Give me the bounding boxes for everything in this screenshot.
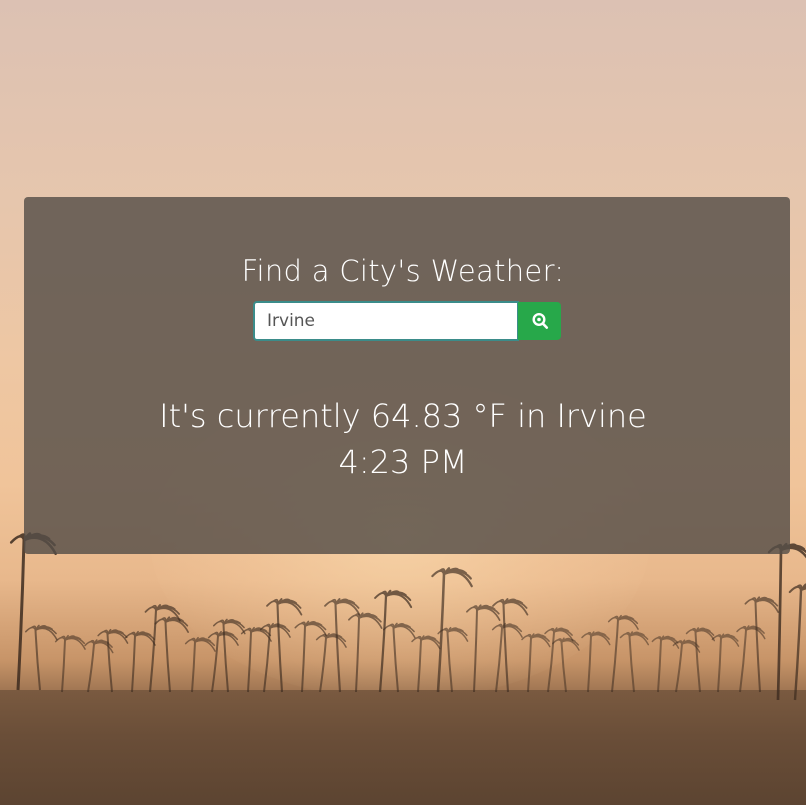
palm-tree	[54, 634, 86, 693]
palm-tree	[266, 598, 303, 693]
palm-tree	[212, 618, 246, 693]
palm-tree	[411, 635, 441, 693]
palm-tree	[24, 624, 58, 691]
palm-tree	[466, 604, 501, 693]
palm-tree	[544, 627, 574, 693]
weather-panel	[24, 197, 790, 554]
palm-tree	[619, 631, 650, 693]
search-button[interactable]	[518, 302, 561, 340]
temperature-value: 64.83	[370, 397, 463, 435]
palm-tree	[685, 627, 716, 693]
palm-tree	[552, 637, 580, 693]
palm-tree	[97, 628, 129, 693]
palm-tree	[184, 636, 216, 693]
palm-tree	[788, 583, 806, 701]
palm-tree	[374, 589, 413, 693]
palm-tree	[711, 633, 740, 693]
background-scene: Find a City's Weather: It's currently 64…	[0, 0, 806, 805]
search-form	[253, 301, 561, 341]
palm-tree	[581, 631, 611, 693]
palm-tree	[9, 532, 57, 691]
palm-tree	[348, 612, 383, 693]
search-icon	[531, 312, 548, 329]
city-search-input[interactable]	[253, 301, 519, 341]
page-heading: Find a City's Weather:	[241, 254, 565, 288]
palm-tree	[324, 598, 361, 693]
palm-tree	[382, 622, 416, 693]
palm-tree	[744, 596, 779, 693]
temperature-unit: °F	[472, 397, 507, 435]
result-connector: in	[506, 397, 557, 435]
palm-tree	[521, 633, 551, 693]
palm-tree	[315, 632, 347, 693]
palm-tree	[154, 616, 189, 693]
palm-tree	[736, 625, 766, 693]
city-name: Irvine	[556, 397, 647, 435]
result-prefix: It's currently	[159, 397, 371, 435]
local-time: 4:23 PM	[338, 443, 468, 481]
current-weather-text: It's currently 64.83 °F in Irvine	[0, 397, 806, 435]
